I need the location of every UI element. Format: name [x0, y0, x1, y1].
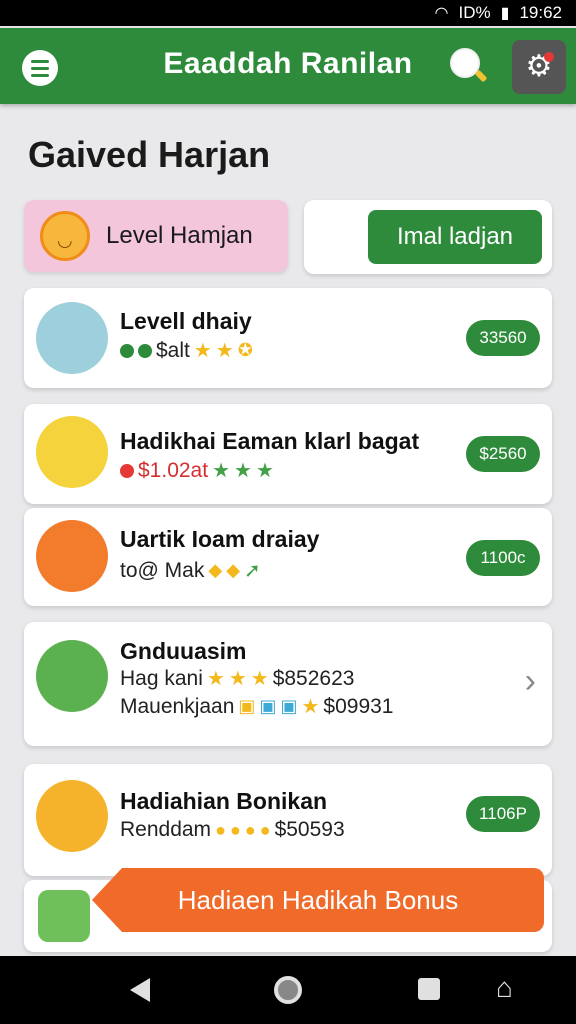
box-icon: ▣	[259, 696, 277, 716]
avatar	[38, 890, 90, 942]
star-icon: ★	[193, 340, 212, 362]
price-button[interactable]: 33560	[466, 320, 540, 356]
app-bar: Eaaddah Ranilan ⚙	[0, 28, 576, 104]
tag-icon: ◆	[226, 560, 241, 580]
notification-dot	[544, 52, 554, 62]
item-subtitle: $alt ★ ★ ✪	[120, 338, 253, 363]
item-subtitle: to@ Mak ◆ ◆ ➚	[120, 558, 261, 583]
page-title: Gaived Harjan	[28, 134, 271, 175]
coin-icon: ●	[229, 819, 241, 840]
battery-icon: ▮	[500, 5, 510, 22]
green-dot-icon	[138, 343, 152, 358]
star-icon: ★	[215, 340, 234, 362]
star-icon: ★	[212, 460, 231, 482]
bonus-button[interactable]: Hadiaen Hadikah Bonus	[92, 868, 544, 932]
level-label: Level Hamjan	[106, 222, 253, 249]
coin-icon: ●	[215, 819, 226, 840]
red-dot-icon	[120, 463, 134, 478]
wifi-icon: ◠	[434, 5, 449, 22]
item-title: Levell dhaiy	[120, 308, 252, 334]
item-subtitle-text: to@ Mak	[120, 558, 205, 582]
badge-icon: ✪	[237, 340, 253, 360]
star-icon: ★	[301, 696, 320, 718]
item-line-label: Hag kani	[120, 666, 203, 690]
item-subtitle-text: Renddam	[120, 818, 212, 841]
price-button[interactable]: 1106P	[466, 796, 540, 832]
settings-button[interactable]: ⚙	[512, 40, 566, 94]
item-subtitle-text: $1.02at	[138, 458, 209, 482]
action-card: Imal ladjan	[304, 200, 552, 274]
list-item[interactable]: Hadikhai Eaman klarl bagat $1.02at ★ ★ ★…	[24, 404, 552, 504]
item-line-value: $09931	[323, 694, 394, 718]
item-subtitle-text: $alt	[156, 338, 190, 362]
coin-icon: ●	[244, 819, 256, 840]
box-icon: ▣	[238, 696, 256, 716]
item-title: Gnduuasim	[120, 638, 247, 664]
status-bar: ◠ ID% ▮ 19:62	[0, 0, 576, 26]
item-line-value: $852623	[272, 666, 355, 690]
sun-icon	[40, 211, 90, 261]
star-icon: ★	[228, 668, 247, 690]
avatar	[36, 302, 108, 374]
box-icon: ▣	[280, 696, 298, 716]
tag-icon: ◆	[208, 560, 223, 580]
back-icon[interactable]	[130, 978, 150, 1002]
avatar	[36, 640, 108, 712]
item-subtitle: Renddam ● ● ● ● $50593	[120, 818, 345, 842]
item-subtitle: $1.02at ★ ★ ★	[120, 458, 274, 483]
item-title: Hadikhai Eaman klarl bagat	[120, 428, 420, 454]
avatar	[36, 520, 108, 592]
search-button[interactable]	[448, 46, 488, 86]
item-line-label: Mauenkjaan	[120, 694, 235, 718]
home-icon[interactable]	[274, 976, 302, 1004]
coin-icon: ●	[259, 819, 271, 840]
star-icon: ★	[250, 668, 269, 690]
action-button[interactable]: Imal ladjan	[368, 210, 542, 264]
navigation-bar: ⌂	[0, 956, 576, 1024]
status-time: 19:62	[519, 3, 562, 22]
search-icon-handle	[474, 69, 488, 83]
arrow-icon: ➚	[244, 560, 261, 582]
star-icon: ★	[206, 668, 225, 690]
price-button[interactable]: 1100c	[466, 540, 540, 576]
app-title: Eaaddah Ranilan	[163, 47, 413, 80]
item-subtitle-value: $50593	[274, 818, 345, 841]
avatar	[36, 780, 108, 852]
star-icon: ★	[255, 460, 274, 482]
star-icon: ★	[234, 460, 252, 482]
assistant-icon[interactable]: ⌂	[496, 972, 513, 1004]
level-card[interactable]: Level Hamjan	[24, 200, 288, 272]
item-line-1: Hag kani ★ ★ ★ $852623	[120, 666, 354, 691]
status-indicator: ID%	[458, 3, 491, 22]
list-item[interactable]: Gnduuasim Hag kani ★ ★ ★ $852623 Mauenkj…	[24, 622, 552, 746]
green-dot-icon	[120, 343, 134, 358]
recent-apps-icon[interactable]	[418, 978, 440, 1000]
item-line-2: Mauenkjaan ▣ ▣ ▣ ★ $09931	[120, 694, 393, 719]
list-item[interactable]: Uartik Ioam draiay to@ Mak ◆ ◆ ➚ 1100c	[24, 508, 552, 606]
item-title: Hadiahian Bonikan	[120, 788, 328, 814]
avatar	[36, 416, 108, 488]
chevron-right-icon[interactable]: ›	[525, 662, 536, 701]
price-button[interactable]: $2560	[466, 436, 540, 472]
list-item[interactable]: Hadiahian Bonikan Renddam ● ● ● ● $50593…	[24, 764, 552, 876]
list-item[interactable]: Levell dhaiy $alt ★ ★ ✪ 33560	[24, 288, 552, 388]
item-title: Uartik Ioam draiay	[120, 526, 320, 552]
